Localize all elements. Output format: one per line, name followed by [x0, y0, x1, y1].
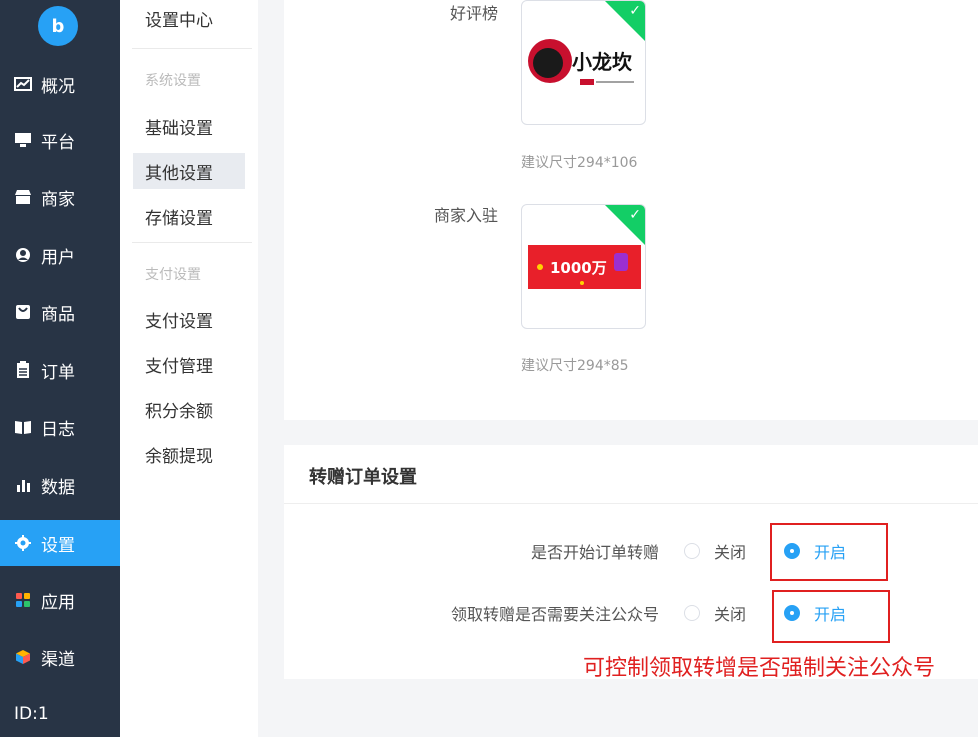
chart-icon: [14, 75, 32, 93]
radio-off-label: 关闭: [714, 605, 747, 624]
merchant-join-size-hint: 建议尺寸294*85: [521, 358, 629, 374]
sub-item-other-settings[interactable]: 其他设置: [133, 153, 245, 189]
main-sidebar: b 概况 平台 商家 用户 商品 订单 日志 数据 设置 应用 渠道 ID:1: [0, 0, 120, 737]
settings-subsidebar: 设置中心 系统设置 基础设置 其他设置 存储设置 支付设置 支付设置 支付管理 …: [120, 0, 258, 737]
nav-goods[interactable]: 商品: [0, 289, 120, 335]
nav-log-label: 日志: [41, 419, 75, 440]
nav-overview-label: 概况: [41, 76, 75, 97]
nav-data[interactable]: 数据: [0, 462, 120, 508]
sub-item-payment-management[interactable]: 支付管理: [133, 346, 245, 382]
highlight-box: [770, 523, 888, 581]
sub-item-basic-settings[interactable]: 基础设置: [133, 108, 245, 144]
nav-data-label: 数据: [41, 477, 75, 498]
check-icon: ✓: [629, 3, 641, 19]
nav-merchant-label: 商家: [41, 189, 75, 210]
divider: [132, 48, 252, 49]
enable-gift-order-off-radio[interactable]: 关闭: [684, 539, 746, 563]
gear-icon: [14, 534, 32, 552]
divider: [284, 503, 978, 504]
sub-item-storage-settings[interactable]: 存储设置: [133, 198, 245, 234]
settings-center-title: 设置中心: [145, 11, 213, 31]
clipboard-icon: [14, 361, 32, 379]
good-review-label: 好评榜: [449, 4, 498, 23]
user-id: ID:1: [14, 704, 49, 724]
divider: [132, 242, 252, 243]
radio-off-label: 关闭: [714, 543, 747, 562]
nav-settings[interactable]: 设置: [0, 520, 120, 566]
highlight-box: [772, 590, 890, 643]
store-icon: [14, 188, 32, 206]
sub-item-points-balance[interactable]: 积分余额: [133, 391, 245, 427]
merchant-join-image-text: 1000万: [550, 259, 607, 277]
nav-order-label: 订单: [41, 362, 75, 383]
nav-goods-label: 商品: [41, 304, 75, 325]
nav-platform-label: 平台: [41, 132, 75, 153]
require-follow-label: 领取转赠是否需要关注公众号: [450, 605, 659, 624]
check-icon: ✓: [629, 207, 641, 223]
enable-gift-order-label: 是否开始订单转赠: [530, 543, 659, 562]
app-logo[interactable]: b: [38, 6, 78, 46]
good-review-image-text: 小龙坎: [572, 50, 633, 74]
group-system-settings: 系统设置: [145, 73, 201, 89]
sub-item-balance-withdraw[interactable]: 余额提现: [133, 436, 245, 472]
nav-log[interactable]: 日志: [0, 404, 120, 450]
nav-settings-label: 设置: [41, 535, 75, 556]
merchant-join-label: 商家入驻: [433, 206, 498, 225]
group-payment-settings: 支付设置: [145, 267, 201, 283]
image-settings-panel: 好评榜 小龙坎 ✓ 建议尺寸294*106 商家入驻 1000万 ✓ 建议尺寸2…: [284, 0, 978, 420]
merchant-join-image-upload[interactable]: 1000万 ✓: [521, 204, 646, 329]
nav-overview[interactable]: 概况: [0, 61, 120, 107]
monitor-icon: [14, 131, 32, 149]
sub-item-payment-settings[interactable]: 支付设置: [133, 301, 245, 337]
book-icon: [14, 418, 32, 436]
nav-channel-label: 渠道: [41, 649, 75, 670]
require-follow-off-radio[interactable]: 关闭: [684, 601, 746, 625]
user-icon: [14, 246, 32, 264]
annotation-text: 可控制领取转增是否强制关注公众号: [583, 656, 936, 681]
logo-text: b: [51, 15, 65, 37]
nav-channel[interactable]: 渠道: [0, 634, 120, 680]
gift-order-settings-title: 转赠订单设置: [309, 467, 417, 488]
cube-icon: [14, 648, 32, 666]
nav-user-label: 用户: [41, 247, 75, 268]
radio-circle: [684, 605, 700, 621]
radio-circle: [684, 543, 700, 559]
nav-order[interactable]: 订单: [0, 347, 120, 393]
apps-icon: [14, 591, 32, 609]
good-review-size-hint: 建议尺寸294*106: [521, 155, 638, 171]
nav-apps[interactable]: 应用: [0, 577, 120, 623]
nav-merchant[interactable]: 商家: [0, 174, 120, 220]
bag-icon: [14, 303, 32, 321]
nav-platform[interactable]: 平台: [0, 117, 120, 163]
nav-apps-label: 应用: [41, 592, 75, 613]
good-review-image-upload[interactable]: 小龙坎 ✓: [521, 0, 646, 125]
bar-chart-icon: [14, 476, 32, 494]
nav-user[interactable]: 用户: [0, 232, 120, 278]
